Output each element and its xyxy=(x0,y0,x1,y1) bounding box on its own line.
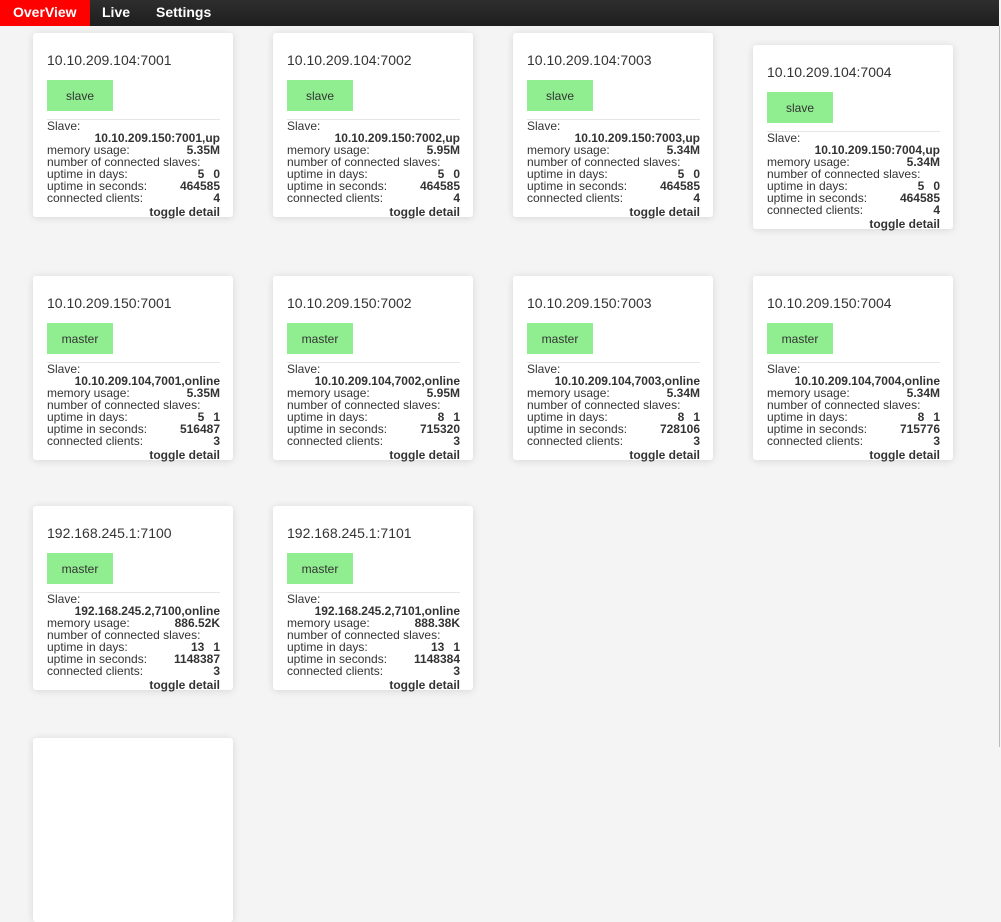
role-button[interactable]: master xyxy=(287,323,353,354)
role-button[interactable]: slave xyxy=(527,80,593,111)
node-card: 10.10.209.104:7001 slave Slave: 10.10.20… xyxy=(33,33,233,218)
clients-value: 4 xyxy=(933,203,940,217)
node-address: 10.10.209.150:7003 xyxy=(527,295,652,311)
toggle-detail-link[interactable]: toggle detail xyxy=(287,449,460,461)
node-info: Slave: 10.10.209.150:7003,up memory usag… xyxy=(527,120,700,218)
node-info: Slave: 192.168.245.2,7101,online memory … xyxy=(287,593,460,691)
node-info: Slave: 10.10.209.150:7004,up memory usag… xyxy=(767,132,940,230)
clients-value: 3 xyxy=(453,434,460,448)
slave-label: Slave: xyxy=(527,119,561,133)
role-button[interactable]: master xyxy=(287,553,353,584)
toggle-detail-link[interactable]: toggle detail xyxy=(767,218,940,230)
clients-value: 3 xyxy=(693,434,700,448)
clients-label: connected clients: xyxy=(527,434,624,448)
toggle-detail-link[interactable]: toggle detail xyxy=(47,206,220,218)
node-card: 10.10.209.150:7003 master Slave: 10.10.2… xyxy=(513,276,713,461)
clients-label: connected clients: xyxy=(47,664,144,678)
clients-label: connected clients: xyxy=(767,203,864,217)
node-info: Slave: 10.10.209.104,7004,online memory … xyxy=(767,363,940,461)
node-address: 10.10.209.104:7001 xyxy=(47,52,172,68)
clients-label: connected clients: xyxy=(527,191,624,205)
slave-label: Slave: xyxy=(287,119,321,133)
tab-settings[interactable]: Settings xyxy=(143,0,224,26)
clients-value: 4 xyxy=(453,191,460,205)
node-card: 192.168.245.1:7100 master Slave: 192.168… xyxy=(33,506,233,691)
role-button[interactable]: master xyxy=(47,553,113,584)
role-button[interactable]: slave xyxy=(47,80,113,111)
clients-label: connected clients: xyxy=(287,434,384,448)
clients-value: 3 xyxy=(453,664,460,678)
clients-label: connected clients: xyxy=(287,664,384,678)
node-address: 192.168.245.1:7100 xyxy=(47,525,172,541)
clients-label: connected clients: xyxy=(767,434,864,448)
clients-label: connected clients: xyxy=(287,191,384,205)
toggle-detail-link[interactable]: toggle detail xyxy=(527,206,700,218)
clients-label: connected clients: xyxy=(47,191,144,205)
node-info: Slave: 10.10.209.150:7002,up memory usag… xyxy=(287,120,460,218)
role-button[interactable]: master xyxy=(767,323,833,354)
node-address: 192.168.245.1:7101 xyxy=(287,525,412,541)
node-info: Slave: 10.10.209.104,7001,online memory … xyxy=(47,363,220,461)
node-address: 10.10.209.150:7004 xyxy=(767,295,892,311)
node-info: Slave: 10.10.209.150:7001,up memory usag… xyxy=(47,120,220,218)
node-address: 10.10.209.104:7002 xyxy=(287,52,412,68)
role-button[interactable]: master xyxy=(47,323,113,354)
role-button[interactable]: slave xyxy=(767,92,833,123)
node-info: Slave: 192.168.245.2,7100,online memory … xyxy=(47,593,220,691)
toggle-detail-link[interactable]: toggle detail xyxy=(287,679,460,691)
node-card: 10.10.209.150:7002 master Slave: 10.10.2… xyxy=(273,276,473,461)
clients-value: 3 xyxy=(213,664,220,678)
toggle-detail-link[interactable]: toggle detail xyxy=(527,449,700,461)
node-card: 10.10.209.150:7001 master Slave: 10.10.2… xyxy=(33,276,233,461)
tab-overview[interactable]: OverView xyxy=(0,0,90,26)
clients-value: 4 xyxy=(213,191,220,205)
node-card: 10.10.209.150:7004 master Slave: 10.10.2… xyxy=(753,276,953,461)
node-info: Slave: 10.10.209.104,7002,online memory … xyxy=(287,363,460,461)
node-card-partial xyxy=(33,738,233,922)
node-address: 10.10.209.104:7004 xyxy=(767,64,892,80)
node-card: 10.10.209.104:7003 slave Slave: 10.10.20… xyxy=(513,33,713,218)
toggle-detail-link[interactable]: toggle detail xyxy=(47,679,220,691)
clients-value: 3 xyxy=(933,434,940,448)
node-address: 10.10.209.150:7001 xyxy=(47,295,172,311)
node-card: 10.10.209.104:7004 slave Slave: 10.10.20… xyxy=(753,45,953,230)
top-nav: OverView Live Settings xyxy=(0,0,999,26)
toggle-detail-link[interactable]: toggle detail xyxy=(767,449,940,461)
role-button[interactable]: slave xyxy=(287,80,353,111)
clients-value: 3 xyxy=(213,434,220,448)
clients-label: connected clients: xyxy=(47,434,144,448)
node-info: Slave: 10.10.209.104,7003,online memory … xyxy=(527,363,700,461)
slave-label: Slave: xyxy=(47,119,81,133)
role-button[interactable]: master xyxy=(527,323,593,354)
node-address: 10.10.209.104:7003 xyxy=(527,52,652,68)
toggle-detail-link[interactable]: toggle detail xyxy=(47,449,220,461)
node-card: 192.168.245.1:7101 master Slave: 192.168… xyxy=(273,506,473,691)
toggle-detail-link[interactable]: toggle detail xyxy=(287,206,460,218)
scrollbar[interactable] xyxy=(999,26,1000,747)
node-address: 10.10.209.150:7002 xyxy=(287,295,412,311)
node-card: 10.10.209.104:7002 slave Slave: 10.10.20… xyxy=(273,33,473,218)
tab-live[interactable]: Live xyxy=(89,0,143,26)
clients-value: 4 xyxy=(693,191,700,205)
slave-label: Slave: xyxy=(767,131,801,145)
